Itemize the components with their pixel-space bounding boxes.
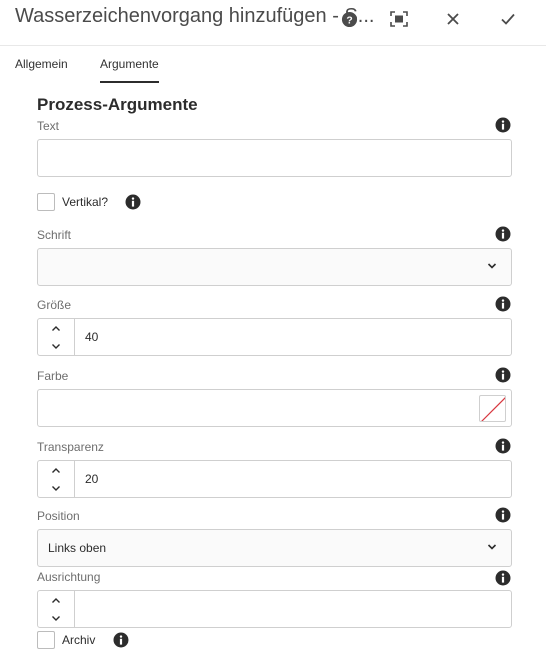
no-color-icon — [481, 397, 505, 421]
increment-button[interactable] — [38, 319, 74, 337]
text-label: Text — [37, 119, 60, 133]
quantity-stepper — [38, 461, 75, 497]
fullscreen-icon — [390, 11, 408, 27]
position-value: Links oben — [48, 541, 107, 555]
increment-button[interactable] — [38, 461, 74, 479]
info-icon[interactable] — [495, 570, 511, 586]
chevron-down-icon — [487, 263, 497, 269]
increment-button[interactable] — [38, 591, 74, 609]
schrift-select[interactable] — [37, 248, 512, 286]
color-swatch-button[interactable] — [479, 395, 506, 422]
info-icon[interactable] — [495, 226, 511, 242]
ausrichtung-label: Ausrichtung — [37, 570, 101, 584]
info-icon[interactable] — [495, 507, 511, 523]
svg-text:?: ? — [346, 15, 352, 26]
dialog-title: Wasserzeichenvorgang hinzufügen - S... — [15, 5, 375, 27]
info-icon[interactable] — [495, 367, 511, 383]
info-icon[interactable] — [125, 194, 141, 210]
chevron-down-icon — [52, 343, 60, 349]
transparenz-value: 20 — [85, 472, 99, 486]
chevron-up-icon — [52, 597, 60, 603]
ausrichtung-number-input[interactable] — [37, 590, 512, 628]
info-icon[interactable] — [495, 117, 511, 133]
quantity-stepper — [38, 591, 75, 627]
decrement-button[interactable] — [38, 337, 74, 355]
close-icon — [447, 13, 459, 25]
groesse-label: Größe — [37, 298, 72, 312]
chevron-down-icon — [487, 544, 497, 550]
archiv-checkbox[interactable] — [37, 631, 55, 649]
tab-allgemein[interactable]: Allgemein — [15, 57, 68, 71]
position-select[interactable]: Links oben — [37, 529, 512, 567]
help-button[interactable]: ? — [337, 7, 361, 31]
quantity-stepper — [38, 319, 75, 355]
close-button[interactable] — [441, 7, 465, 31]
tab-argumente[interactable]: Argumente — [100, 57, 159, 71]
chevron-down-icon — [52, 485, 60, 491]
chevron-up-icon — [52, 467, 60, 473]
fullscreen-button[interactable] — [387, 7, 411, 31]
farbe-color-input[interactable] — [37, 389, 512, 427]
chevron-up-icon — [52, 325, 60, 331]
text-input[interactable] — [37, 139, 512, 177]
confirm-button[interactable] — [496, 7, 520, 31]
archiv-label: Archiv — [62, 633, 96, 647]
groesse-value: 40 — [85, 330, 99, 344]
section-title: Prozess-Argumente — [37, 95, 198, 114]
info-icon[interactable] — [113, 632, 129, 648]
info-icon[interactable] — [495, 296, 511, 312]
tab-bar: Allgemein Argumente — [0, 46, 546, 84]
decrement-button[interactable] — [38, 609, 74, 627]
dialog-header: Wasserzeichenvorgang hinzufügen - S... ? — [0, 0, 546, 46]
active-tab-indicator — [100, 81, 159, 83]
transparenz-number-input[interactable]: 20 — [37, 460, 512, 498]
position-label: Position — [37, 509, 80, 523]
vertikal-checkbox[interactable] — [37, 193, 55, 211]
schrift-label: Schrift — [37, 228, 72, 242]
transparenz-label: Transparenz — [37, 440, 104, 454]
groesse-number-input[interactable]: 40 — [37, 318, 512, 356]
vertikal-label: Vertikal? — [62, 195, 109, 209]
decrement-button[interactable] — [38, 479, 74, 497]
info-icon[interactable] — [495, 438, 511, 454]
help-icon: ? — [341, 11, 357, 27]
chevron-down-icon — [52, 615, 60, 621]
check-icon — [501, 13, 515, 25]
farbe-label: Farbe — [37, 369, 69, 383]
